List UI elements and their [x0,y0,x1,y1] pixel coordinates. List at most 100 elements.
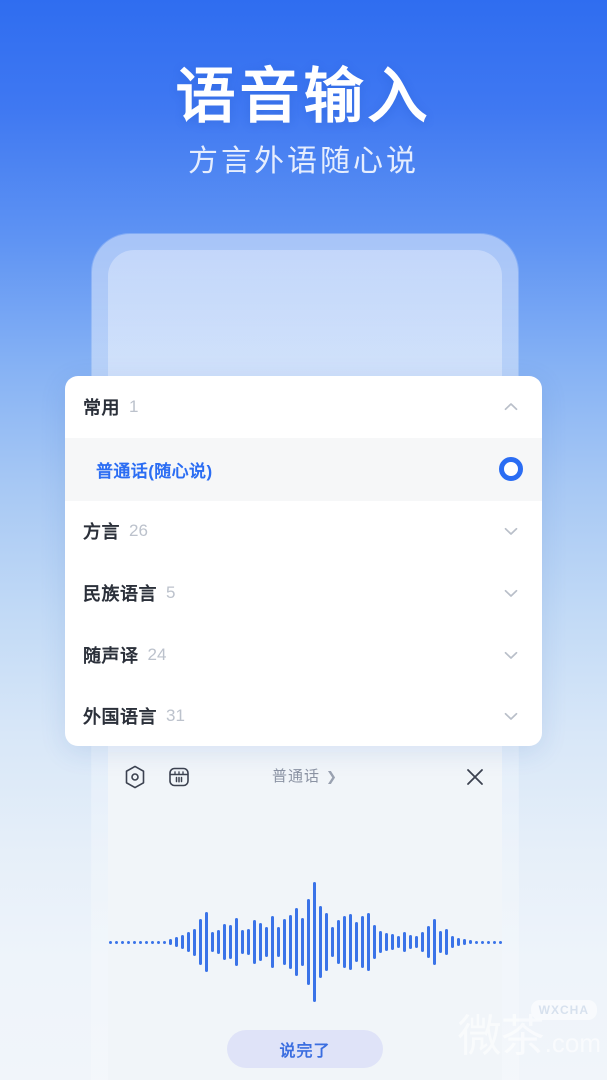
language-selection-card: 常用 1 普通话(随心说) 方言 26 民族语言 5 随声译 24 外国语言 3… [65,376,542,746]
page-title: 语音输入 [175,63,432,130]
voice-input-panel: 普通话 ❯ 说完了 [108,752,502,1080]
lang-section-suishengyi[interactable]: 随声译 24 [65,624,542,686]
waveform-bar [108,940,112,944]
waveform-bar [432,919,436,965]
waveform-bar [402,932,406,952]
waveform-bar [348,914,352,970]
waveform-bar [342,916,346,968]
lang-item-label: 普通话(随心说) [96,461,213,481]
waveform-bar [234,918,238,966]
waveform-bar [210,932,214,952]
lang-section-label: 常用 [83,397,120,418]
waveform-bar [426,926,430,958]
waveform-bar [150,940,154,944]
waveform-bar [318,906,322,978]
waveform-bar [414,936,418,948]
waveform-bar [198,919,202,965]
waveform-bar [336,920,340,964]
lang-section-minzuyuyan[interactable]: 民族语言 5 [65,562,542,624]
chevron-down-icon [500,644,522,666]
chevron-down-icon [500,705,522,727]
waveform-bar [162,940,166,944]
waveform-bar [378,931,382,953]
waveform-bar [366,913,370,971]
waveform-bar [468,940,472,944]
lang-section-count: 1 [129,396,139,416]
waveform-bar [324,913,328,971]
waveform-bar [312,882,316,1002]
waveform-bar [384,933,388,951]
ime-language-label: 普通话 [272,768,321,785]
waveform-bar [240,930,244,954]
waveform-bar [192,928,196,956]
done-speaking-button[interactable]: 说完了 [227,1030,383,1068]
page-subtitle: 方言外语随心说 [188,145,419,178]
ime-language-switch[interactable]: 普通话 ❯ [108,765,502,786]
lang-section-label: 民族语言 [83,583,157,604]
chevron-down-icon [500,520,522,542]
chevron-down-icon [500,582,522,604]
waveform-bar [180,935,184,949]
waveform-bar [120,940,124,944]
waveform-bar [126,940,130,944]
waveform-bar [144,940,148,944]
chevron-right-icon: ❯ [326,769,338,784]
waveform-bar [354,922,358,962]
waveform-bar [480,940,484,944]
lang-section-fangyan[interactable]: 方言 26 [65,501,542,563]
waveform-bar [462,939,466,945]
waveform-bar [138,940,142,944]
waveform-bar [330,927,334,957]
waveform-bar [174,937,178,947]
waveform-bar [438,931,442,953]
waveform-bar [474,940,478,944]
lang-section-count: 24 [147,644,167,664]
waveform-bar [300,918,304,966]
waveform-bar [228,925,232,959]
waveform-bar [246,929,250,955]
waveform-bar [450,936,454,948]
waveform-bar [360,916,364,968]
ime-toolbar: 普通话 ❯ [108,752,502,800]
lang-section-waiguoyuyan[interactable]: 外国语言 31 [65,685,542,746]
waveform-bar [132,940,136,944]
waveform-bar [186,932,190,952]
waveform-bar [264,927,268,957]
lang-section-count: 5 [166,582,176,602]
radio-selected-icon[interactable] [499,457,523,482]
waveform-bar [486,940,490,944]
waveform-bar [390,934,394,950]
close-icon[interactable] [462,764,488,790]
waveform-bar [444,929,448,955]
waveform-bar [492,940,496,944]
lang-section-count: 26 [129,521,148,541]
waveform-bar [156,940,160,944]
hero-section: 语音输入 方言外语随心说 [0,0,607,182]
waveform-bar [204,912,208,972]
waveform-bar [270,916,274,968]
waveform-bar [456,938,460,946]
waveform-bar [222,924,226,960]
waveform-bar [282,919,286,965]
waveform-bar [258,923,262,961]
lang-section-label: 随声译 [83,645,139,666]
chevron-up-icon [500,396,522,418]
lang-section-changyong[interactable]: 常用 1 [65,376,542,438]
lang-section-label: 方言 [83,522,120,543]
waveform-bar [114,940,118,944]
waveform-bar [498,940,502,944]
waveform-bar [294,908,298,976]
waveform-bar [420,932,424,952]
audio-waveform [108,867,502,1017]
waveform-bar [252,920,256,964]
waveform-bar [408,935,412,949]
lang-section-count: 31 [166,706,185,726]
lang-item-putonghua[interactable]: 普通话(随心说) [65,437,542,501]
waveform-bar [216,930,220,954]
waveform-bar [372,925,376,959]
waveform-bar [306,899,310,985]
lang-section-label: 外国语言 [83,707,157,728]
waveform-bar [396,936,400,948]
waveform-bar [168,939,172,945]
waveform-bar [288,915,292,969]
